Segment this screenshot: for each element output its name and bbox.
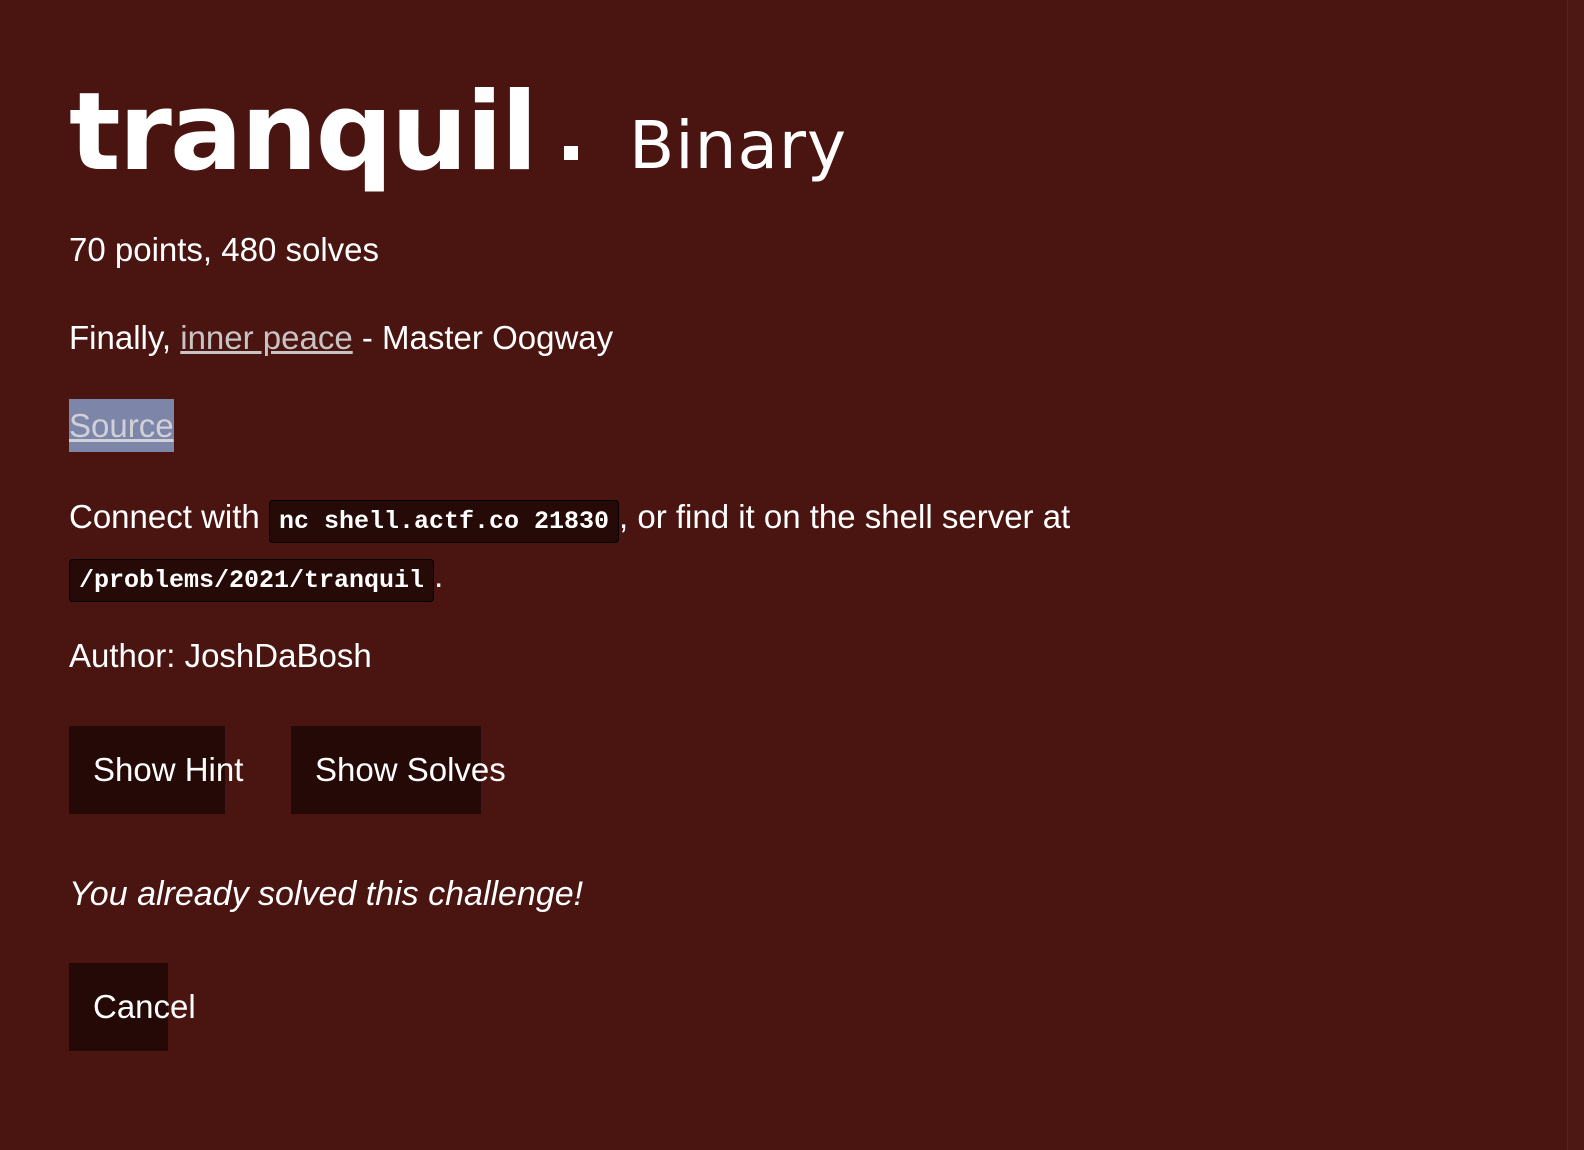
show-solves-button[interactable]: Show Solves bbox=[291, 726, 506, 814]
description-suffix: - Master Oogway bbox=[352, 319, 614, 356]
cancel-button[interactable]: Cancel bbox=[69, 963, 196, 1051]
challenge-author: Author: JoshDaBosh bbox=[69, 637, 372, 674]
solved-status-message: You already solved this challenge! bbox=[69, 875, 584, 913]
connect-prefix: Connect with bbox=[69, 498, 269, 535]
connect-middle: , or find it on the shell server at bbox=[619, 498, 1071, 535]
connect-suffix: . bbox=[434, 557, 444, 594]
inner-peace-link[interactable]: inner peace bbox=[180, 319, 352, 356]
description-prefix: Finally, bbox=[69, 319, 181, 356]
challenge-category: Binary bbox=[629, 107, 848, 184]
challenge-stats: 70 points, 480 solves bbox=[69, 231, 380, 268]
source-link[interactable]: Source bbox=[69, 399, 174, 452]
connect-instructions: Connect with nc shell.actf.co 21830, or … bbox=[69, 490, 1209, 608]
shell-path: /problems/2021/tranquil bbox=[69, 559, 435, 602]
window-right-edge bbox=[1567, 0, 1584, 1150]
show-hint-button[interactable]: Show Hint bbox=[69, 726, 243, 814]
challenge-title: tranquil bbox=[69, 70, 538, 195]
connect-command: nc shell.actf.co 21830 bbox=[268, 500, 619, 543]
title-separator-dot bbox=[564, 146, 578, 160]
challenge-description: Finally, inner peace - Master Oogway bbox=[69, 318, 613, 358]
